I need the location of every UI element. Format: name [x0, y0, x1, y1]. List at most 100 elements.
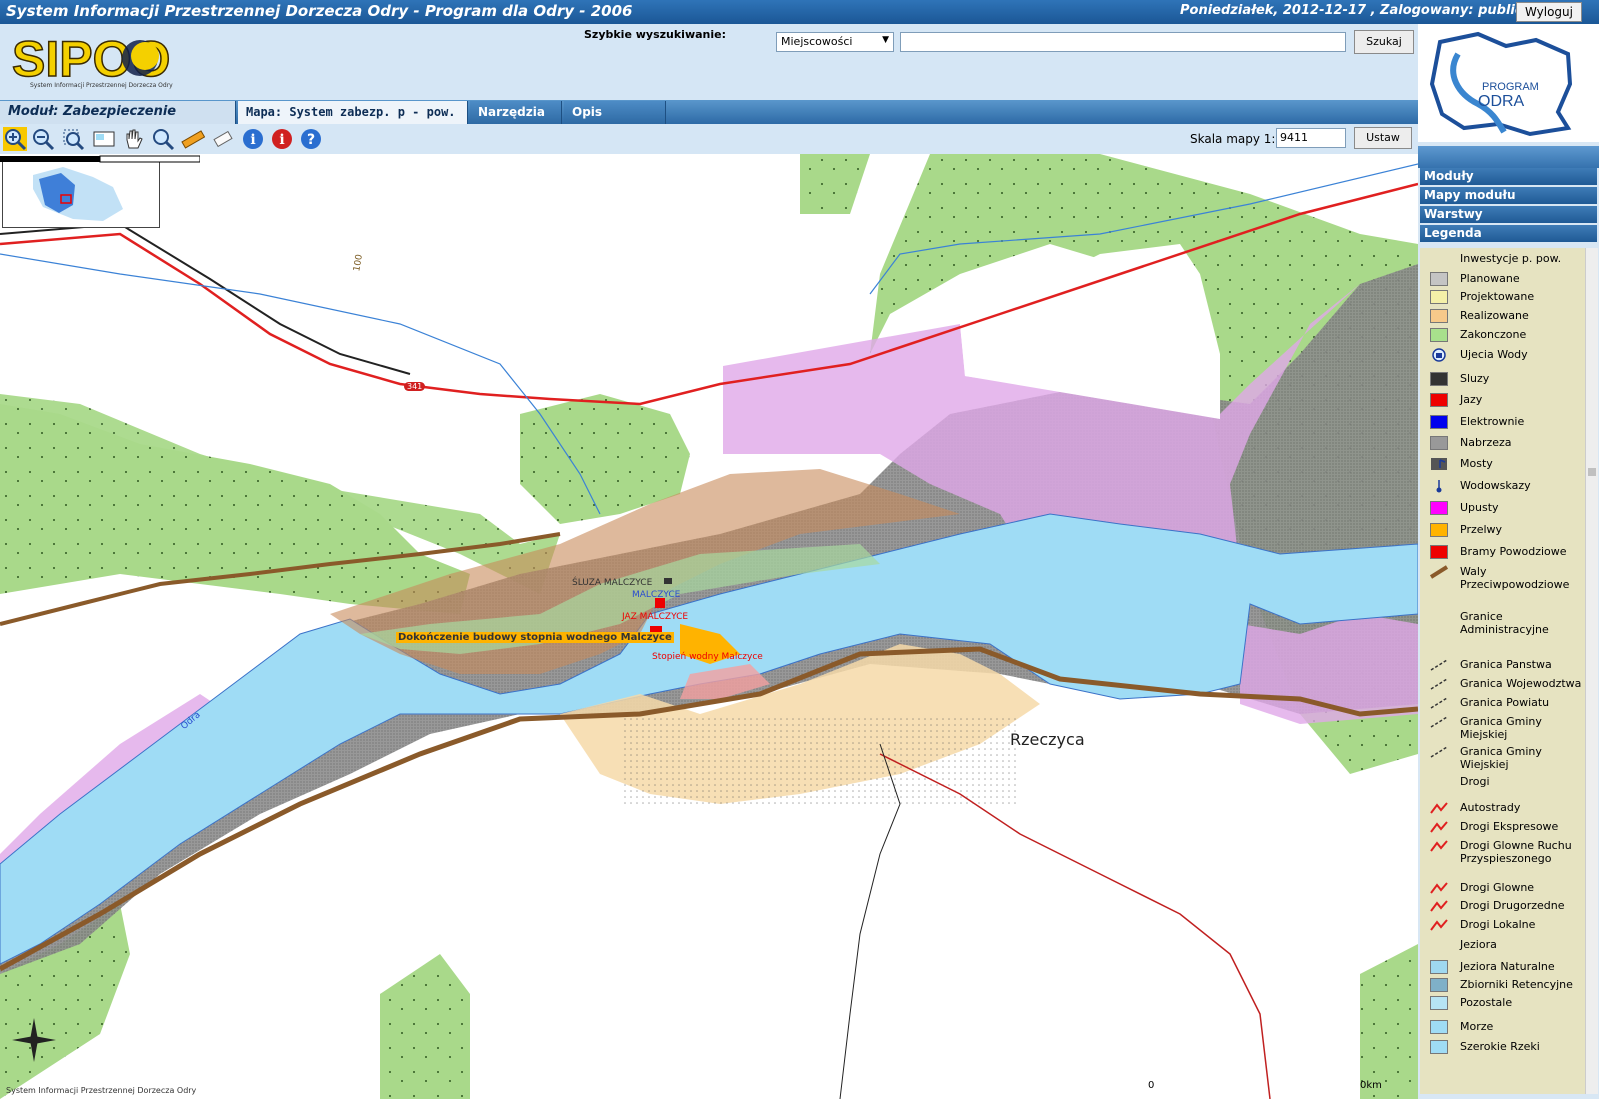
info-red-icon[interactable]: i	[270, 127, 294, 151]
legend-item-label: Wodowskazy	[1460, 479, 1531, 492]
zoom-in-icon[interactable]	[3, 127, 27, 151]
legend-item-label: Granica Gminy Miejskiej	[1460, 715, 1542, 741]
find-icon[interactable]	[151, 127, 175, 151]
help-icon[interactable]: ?	[299, 127, 323, 151]
legend-item-label: Inwestycje p. pow.	[1460, 252, 1562, 265]
legend-scrollbar[interactable]	[1585, 248, 1598, 1094]
map-scale-input[interactable]: 9411	[1276, 128, 1346, 148]
icon-bridge-icon	[1430, 457, 1448, 471]
legend-item-label: Sluzy	[1460, 372, 1490, 385]
search-input[interactable]	[900, 32, 1346, 52]
legend-item-label: Pozostale	[1460, 996, 1513, 1009]
quick-search-label: Szybkie wyszukiwanie:	[584, 28, 726, 41]
search-category-select[interactable]: Miejscowości ▼	[776, 32, 894, 52]
legend-swatch	[1430, 1020, 1448, 1034]
legend-item-label: Drogi Glowne Ruchu Przyspieszonego	[1460, 839, 1572, 865]
line-gm-icon	[1430, 715, 1448, 729]
legend-swatch	[1430, 328, 1448, 342]
road-d-icon	[1430, 899, 1448, 913]
legend-item-label: Upusty	[1460, 501, 1499, 514]
legend-item-label: Autostrady	[1460, 801, 1521, 814]
legend-item-label: Granice Administracyjne	[1460, 610, 1549, 636]
road-gp-icon	[1430, 839, 1448, 853]
legend-item-label: Drogi	[1460, 775, 1490, 788]
info-blue-icon[interactable]: i	[241, 127, 265, 151]
map-label-stopien: Stopień wodny Malczyce	[652, 652, 763, 662]
map-canvas[interactable]: ŚLUZA MALCZYCE MALCZYCE JAZ MALCZYCE Dok…	[0, 154, 1418, 1099]
legend-swatch	[1430, 309, 1448, 323]
legend-scroll-thumb[interactable]	[1588, 468, 1596, 476]
map-label-road: 341	[404, 382, 426, 391]
local-road	[879, 753, 1271, 1099]
sidebar-item-legend[interactable]: Legenda	[1420, 225, 1597, 242]
map-scale-label: Skala mapy 1:	[1190, 132, 1276, 146]
apply-scale-button[interactable]: Ustaw	[1354, 127, 1412, 149]
logo-caption: System Informacji Przestrzennej Dorzecza…	[30, 82, 173, 89]
legend-item-label: Drogi Ekspresowe	[1460, 820, 1559, 833]
pan-hand-icon[interactable]	[121, 127, 145, 151]
overview-map[interactable]	[2, 156, 160, 228]
railway	[0, 222, 411, 375]
tab-tools[interactable]: Narzędzia	[470, 101, 562, 124]
map-label-project[interactable]: Dokończenie budowy stopnia wodnego Malcz…	[396, 632, 674, 643]
map-svg	[0, 154, 1418, 1099]
map-toolbar: i i ? Skala mapy 1: 9411 Ustaw	[0, 124, 1418, 154]
line-voiv-icon	[1430, 677, 1448, 691]
legend-item-label: Jeziora Naturalne	[1460, 960, 1555, 973]
legend-item-label: Jazy	[1460, 393, 1483, 406]
forest-area	[800, 154, 870, 214]
svg-text:i: i	[250, 132, 255, 148]
zoom-window-icon[interactable]	[61, 127, 85, 151]
legend-item-label: Bramy Powodziowe	[1460, 545, 1567, 558]
icon-gauge-icon	[1430, 479, 1448, 493]
road-a-icon	[1430, 801, 1448, 815]
legend-item-label: Morze	[1460, 1020, 1494, 1033]
legend-swatch	[1430, 978, 1448, 992]
svg-text:?: ?	[307, 132, 315, 148]
tab-bar: Moduł: Zabezpieczenie p.pow. Mapa: Syste…	[0, 100, 1418, 141]
tab-module[interactable]: Moduł: Zabezpieczenie p.pow.	[0, 101, 236, 141]
legend-swatch	[1430, 436, 1448, 450]
legend-item-label: Granica Wojewodztwa	[1460, 677, 1582, 690]
line-state-icon	[1430, 658, 1448, 672]
measure-ruler-icon[interactable]	[181, 127, 205, 151]
legend-item-label: Granica Gminy Wiejskiej	[1460, 745, 1542, 771]
sidebar-item-layers[interactable]: Warstwy	[1420, 206, 1597, 223]
legend-swatch	[1430, 523, 1448, 537]
forest-area	[380, 954, 470, 1099]
legend-item-label: Przelwy	[1460, 523, 1503, 536]
legend-swatch	[1430, 393, 1448, 407]
map-label-jaz: JAZ MALCZYCE	[622, 612, 689, 622]
road-g-icon	[1430, 881, 1448, 895]
sluza-symbol	[664, 578, 672, 584]
road-l-icon	[1430, 918, 1448, 932]
zoom-out-icon[interactable]	[31, 127, 55, 151]
user-info: Poniedziałek, 2012-12-17 , Zalogowany: p…	[1180, 3, 1523, 18]
search-button[interactable]: Szukaj	[1354, 30, 1414, 54]
logout-button[interactable]: Wyloguj	[1516, 2, 1582, 22]
tab-map[interactable]: Mapa: System zabezp. p - pow.	[238, 101, 468, 124]
map-label-malczyce: MALCZYCE	[632, 590, 681, 600]
scale-bar-zero: 0	[1148, 1080, 1155, 1091]
legend-item-label: Drogi Drugorzedne	[1460, 899, 1565, 912]
legend-item-label: Zakonczone	[1460, 328, 1527, 341]
program-odra-logo: PROGRAM ODRA	[1418, 24, 1599, 142]
legend-swatch	[1430, 996, 1448, 1010]
legend-item-label: Granica Powiatu	[1460, 696, 1550, 709]
icon-intake-icon	[1430, 348, 1448, 362]
odra-logo-line1: PROGRAM	[1482, 81, 1539, 93]
tab-module-description[interactable]: Opis modułu	[564, 101, 666, 141]
legend-item-label: Elektrownie	[1460, 415, 1525, 428]
legend-item-label: Granica Panstwa	[1460, 658, 1552, 671]
sidebar-item-modules[interactable]: Moduły	[1420, 168, 1597, 185]
full-extent-icon[interactable]	[92, 127, 116, 151]
overview-svg	[33, 167, 123, 221]
legend-item-label: Zbiorniki Retencyjne	[1460, 978, 1573, 991]
legend-item-label: Drogi Lokalne	[1460, 918, 1536, 931]
sidebar-item-module-maps[interactable]: Mapy modułu	[1420, 187, 1597, 204]
sidebar-top-bar	[1418, 146, 1599, 168]
map-label-town: Rzeczyca	[1010, 730, 1085, 749]
line-gw-icon	[1430, 745, 1448, 759]
eraser-icon[interactable]	[211, 127, 235, 151]
legend-item-label: Mosty	[1460, 457, 1493, 470]
